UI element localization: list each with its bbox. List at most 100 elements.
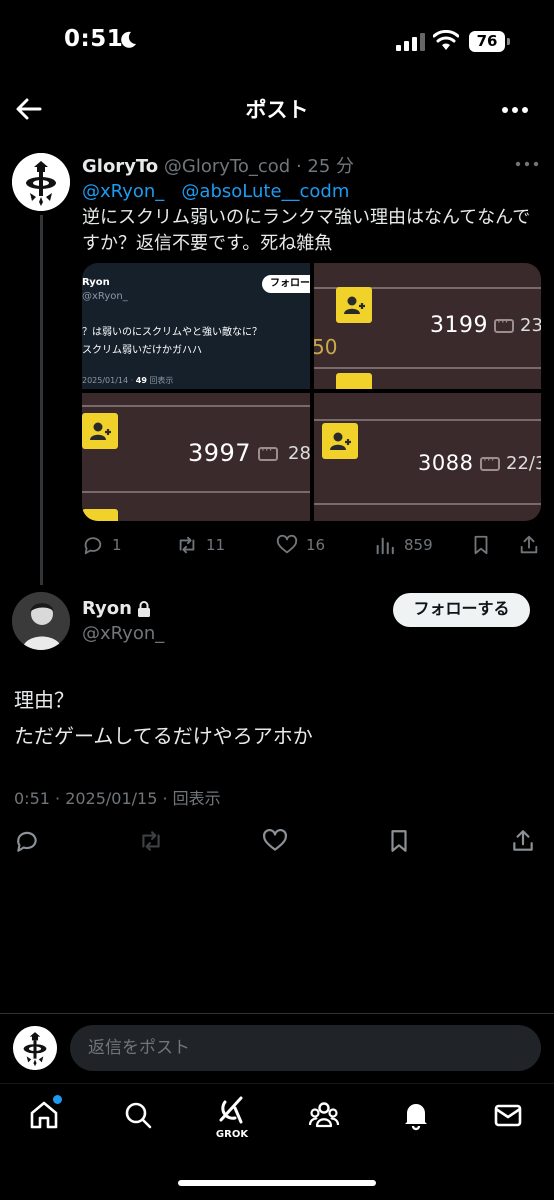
add-friend-icon (336, 287, 372, 323)
repost-button[interactable]: 11 (176, 530, 225, 560)
like-button[interactable]: 16 (276, 530, 325, 560)
tab-notifications[interactable] (400, 1099, 436, 1135)
profile-photo-icon (12, 592, 70, 650)
reply-input[interactable] (70, 1025, 541, 1071)
parent-post-text: @xRyon_ @absoLute__codm 逆にスクリム弱いのにランクマ強い… (82, 179, 542, 257)
repost-icon[interactable] (138, 828, 164, 854)
mention-link[interactable]: @absoLute__codm (181, 181, 349, 202)
signal-icon (396, 33, 425, 51)
lock-icon (138, 601, 150, 617)
mention-link[interactable]: @xRyon_ (82, 181, 164, 202)
views-button[interactable]: 859 (374, 530, 433, 560)
score-value: 3997 (188, 439, 252, 467)
reply-icon (84, 537, 102, 555)
handle[interactable]: @xRyon_ (82, 623, 164, 644)
post-more-icon[interactable] (514, 158, 540, 170)
avatar[interactable] (12, 592, 70, 650)
battery-icon: 76 (469, 31, 510, 52)
bookmark-icon[interactable] (386, 828, 412, 854)
my-avatar[interactable] (13, 1026, 57, 1070)
score-suffix: 28 (288, 443, 310, 464)
score-suffix: 22/3 (506, 453, 541, 474)
page-title: ポスト (245, 98, 309, 122)
more-icon[interactable] (500, 98, 530, 122)
display-name[interactable]: GloryTo (82, 156, 158, 177)
reply-button[interactable]: 1 (82, 530, 122, 560)
media-image[interactable]: 3088 22/3 (314, 393, 541, 521)
divider (82, 405, 310, 407)
search-icon (125, 1102, 152, 1129)
media-image[interactable]: 50 3199 23, (314, 263, 541, 389)
post-time: · 25 分 (295, 156, 355, 177)
partial-number: 50 (314, 335, 338, 359)
media-image[interactable]: Ryon @xRyon_ フォロー ？は弱いのにスクリムやと強い敵なに？ スクリ… (82, 263, 310, 389)
dots-icon (258, 443, 278, 461)
divider (82, 491, 310, 493)
heart-icon (276, 534, 298, 554)
dots-icon (480, 453, 500, 471)
divider (314, 503, 541, 505)
embedded-text-line: ？は弱いのにスクリムやと強い敵なに？ (82, 327, 262, 338)
media-grid[interactable]: Ryon @xRyon_ フォロー ？は弱いのにスクリムやと強い敵なに？ スクリ… (82, 263, 541, 521)
avatar[interactable] (12, 153, 70, 211)
tab-grok[interactable] (215, 1094, 251, 1130)
tab-search[interactable] (122, 1099, 158, 1135)
crest-logo-icon (12, 153, 70, 211)
thread-line (40, 215, 43, 585)
add-friend-icon (82, 509, 118, 521)
home-indicator (178, 1180, 376, 1186)
parent-post-header: GloryTo @GloryTo_cod · 25 分 (82, 152, 354, 178)
tab-communities[interactable] (308, 1099, 344, 1135)
views-count: 859 (404, 536, 433, 554)
add-friend-icon (322, 423, 358, 459)
post-meta: 0:51 · 2025/01/15 · 回表示 (14, 789, 221, 808)
tab-home[interactable] (28, 1099, 64, 1135)
reply-count: 1 (112, 536, 122, 554)
score-value: 3088 (418, 451, 474, 475)
views-icon (376, 537, 394, 555)
bookmark-icon (474, 535, 488, 555)
notification-dot (53, 1095, 62, 1104)
embedded-handle: @xRyon_ (82, 291, 128, 302)
moon-icon (121, 31, 136, 48)
top-header: ポスト (0, 84, 554, 136)
like-count: 16 (306, 536, 326, 554)
communities-icon (308, 1102, 340, 1128)
post-body-line: ただゲームしてるだけやろアホか (14, 724, 313, 748)
grok-label: GROK (215, 1129, 249, 1140)
main-post-text: 理由？ ただゲームしてるだけやろアホか (14, 682, 534, 754)
status-bar: 0:51 76 (0, 0, 554, 84)
share-button[interactable] (518, 530, 548, 560)
crest-logo-icon (13, 1026, 57, 1070)
post-body: 逆にスクリム弱いのにランクマ強い理由はなんてなんですか？返信不要です。死ね雑魚 (82, 207, 531, 254)
main-post-actions (0, 826, 554, 858)
embedded-name: Ryon (82, 277, 110, 288)
bell-icon (405, 1104, 427, 1131)
grok-icon (219, 1096, 243, 1124)
divider (314, 419, 541, 421)
heart-icon[interactable] (262, 828, 288, 854)
score-value: 3199 (430, 313, 488, 338)
handle[interactable]: @GloryTo_cod (164, 156, 290, 177)
bookmark-button[interactable] (470, 530, 500, 560)
embedded-text-line: スクリム弱いだけかガハハ (82, 345, 202, 356)
share-icon[interactable] (510, 828, 536, 854)
mail-icon (494, 1104, 522, 1127)
embedded-follow-button: フォロー (262, 275, 310, 293)
score-suffix: 23, (520, 315, 541, 336)
post-body-line: 理由？ (14, 688, 74, 712)
media-image[interactable]: 3997 28 (82, 393, 310, 521)
display-name[interactable]: Ryon (82, 598, 132, 619)
divider (314, 367, 541, 369)
follow-button[interactable]: フォローする (393, 593, 530, 627)
share-icon (520, 535, 538, 554)
add-friend-icon (82, 413, 118, 449)
add-friend-icon (336, 373, 372, 389)
repost-icon (179, 536, 195, 554)
parent-post-actions: 1 11 16 859 (82, 530, 542, 560)
embedded-date: 2025/01/14 · 49 回表示 (82, 376, 174, 385)
status-time: 0:51 (64, 26, 124, 52)
divider (0, 1013, 554, 1014)
tab-messages[interactable] (492, 1099, 528, 1135)
reply-icon[interactable] (14, 828, 40, 854)
